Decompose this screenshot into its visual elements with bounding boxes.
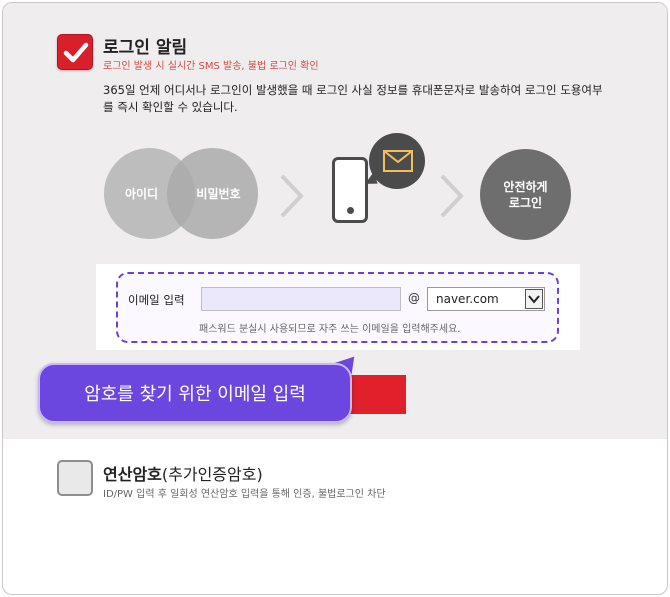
safe-login-circle: 안전하게 로그인 xyxy=(480,149,571,240)
confirm-button[interactable] xyxy=(343,375,406,414)
chevron-right-icon xyxy=(440,174,464,218)
otp-title-main: 연산암호 xyxy=(103,465,162,484)
phone-icon xyxy=(332,157,368,223)
otp-title: 연산암호(추가인증암호) xyxy=(103,461,263,485)
tooltip: 암호를 찾기 위한 이메일 입력 xyxy=(38,363,352,423)
safe-label-line1: 안전하게 xyxy=(503,179,548,194)
login-alert-description: 365일 언제 어디서나 로그인이 발생했을 때 로그인 사실 정보를 휴대폰문… xyxy=(103,83,603,114)
at-sign: @ xyxy=(408,291,420,305)
domain-selected-value: naver.com xyxy=(436,292,499,306)
email-domain-select[interactable]: naver.com xyxy=(427,287,545,311)
email-hint: 패스워드 분실시 사용되므로 자주 쓰는 이메일을 입력해주세요. xyxy=(199,324,461,335)
dropdown-button[interactable] xyxy=(525,289,543,309)
email-input[interactable] xyxy=(201,287,401,311)
tooltip-text: 암호를 찾기 위한 이메일 입력 xyxy=(84,384,306,405)
chevron-down-icon xyxy=(528,295,540,304)
login-security-panel: 로그인 알림 로그인 발생 시 실시간 SMS 발송, 불법 로그인 확인 36… xyxy=(2,2,668,595)
id-label: 아이디 xyxy=(124,187,159,201)
email-label: 이메일 입력 xyxy=(128,293,185,307)
login-alert-title: 로그인 알림 xyxy=(103,38,188,58)
otp-title-suffix: (추가인증암호) xyxy=(161,465,263,484)
password-label: 비밀번호 xyxy=(196,187,241,201)
envelope-icon xyxy=(383,150,413,172)
otp-checkbox[interactable] xyxy=(57,460,93,496)
mail-bubble xyxy=(369,133,425,189)
login-alert-checkbox[interactable] xyxy=(57,34,93,70)
login-alert-subtitle: 로그인 발생 시 실시간 SMS 발송, 불법 로그인 확인 xyxy=(103,61,319,72)
checkmark-icon xyxy=(63,42,89,63)
password-circle: 비밀번호 xyxy=(167,148,258,239)
safe-label-line2: 로그인 xyxy=(508,195,543,210)
otp-subtitle: ID/PW 입력 후 일회성 연산암호 입력을 통해 인증, 불법로그인 차단 xyxy=(103,489,386,500)
chevron-right-icon xyxy=(280,174,304,218)
